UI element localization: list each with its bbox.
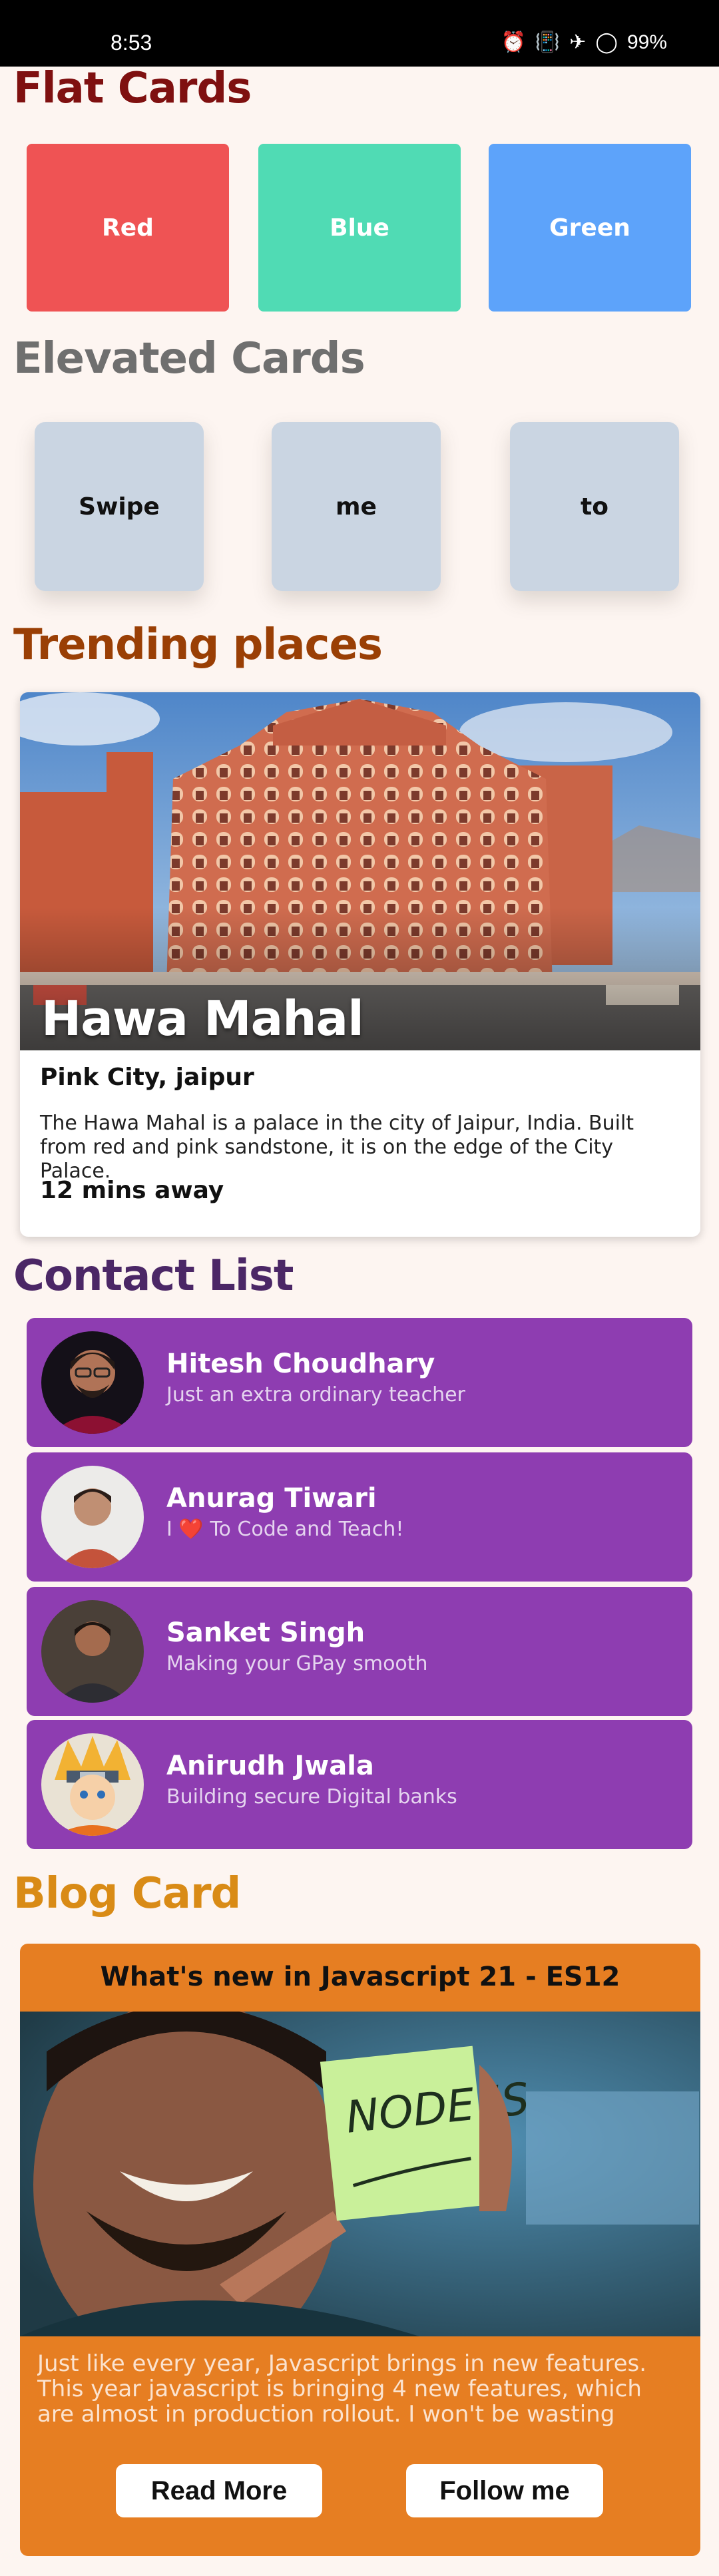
status-icons: ⏰ 📳 ✈ ◯ 99% xyxy=(501,31,667,54)
battery-icon: ◯ xyxy=(595,31,618,53)
contact-status: Building secure Digital banks xyxy=(166,1785,457,1809)
place-label: Pink City, jaipur xyxy=(40,1064,254,1091)
blog-image: NODE JS xyxy=(20,2012,700,2336)
avatar xyxy=(41,1600,144,1703)
trending-card: Hawa Mahal Pink City, jaipur The Hawa Ma… xyxy=(20,692,700,1237)
trending-heading: Trending places xyxy=(13,620,383,670)
elevated-card-swipe[interactable]: Swipe xyxy=(35,422,204,591)
flat-card-green: Green xyxy=(489,144,691,312)
place-name: Hawa Mahal xyxy=(41,990,364,1046)
status-suffix: To Code and Teach! xyxy=(210,1518,404,1541)
battery-level: 99% xyxy=(626,31,667,53)
contact-item[interactable]: Anirudh Jwala Building secure Digital ba… xyxy=(27,1720,692,1849)
heart-icon: ❤️ xyxy=(178,1518,204,1541)
vibrate-icon: 📳 xyxy=(535,31,561,53)
contact-name: Hitesh Choudhary xyxy=(166,1349,435,1379)
place-description: The Hawa Mahal is a palace in the city o… xyxy=(40,1112,634,1183)
contact-name: Sanket Singh xyxy=(166,1617,365,1648)
avatar xyxy=(41,1733,144,1836)
status-time: 8:53 xyxy=(111,31,152,55)
contact-list-heading: Contact List xyxy=(13,1251,294,1301)
flat-cards-heading: Flat Cards xyxy=(13,64,252,113)
alarm-icon: ⏰ xyxy=(501,31,526,53)
blog-card: What's new in Javascript 21 - ES12 NODE … xyxy=(20,1944,700,2556)
elevated-cards-heading: Elevated Cards xyxy=(13,334,365,383)
contact-item[interactable]: Anurag Tiwari I ❤️ To Code and Teach! xyxy=(27,1452,692,1582)
contact-status: Making your GPay smooth xyxy=(166,1652,428,1675)
contact-name: Anurag Tiwari xyxy=(166,1483,377,1514)
contact-name: Anirudh Jwala xyxy=(166,1751,374,1781)
contact-status: I ❤️ To Code and Teach! xyxy=(166,1518,403,1541)
blog-title: What's new in Javascript 21 - ES12 xyxy=(100,1962,620,1992)
contact-item[interactable]: Sanket Singh Making your GPay smooth xyxy=(27,1587,692,1716)
read-more-button[interactable]: Read More xyxy=(116,2464,322,2517)
status-prefix: I xyxy=(166,1518,172,1541)
airplane-icon: ✈ xyxy=(569,31,587,53)
flat-card-red: Red xyxy=(27,144,229,312)
blog-body: Just like every year, Javascript brings … xyxy=(37,2351,647,2427)
flat-card-blue: Blue xyxy=(258,144,461,312)
elevated-card-to[interactable]: to xyxy=(510,422,679,591)
blog-card-heading: Blog Card xyxy=(13,1869,241,1918)
place-footer: 12 mins away xyxy=(40,1177,224,1204)
elevated-card-me[interactable]: me xyxy=(272,422,441,591)
status-bar: 8:53 ⏰ 📳 ✈ ◯ 99% xyxy=(0,0,719,67)
contact-item[interactable]: Hitesh Choudhary Just an extra ordinary … xyxy=(27,1318,692,1447)
contact-status: Just an extra ordinary teacher xyxy=(166,1383,465,1406)
follow-me-button[interactable]: Follow me xyxy=(406,2464,603,2517)
avatar xyxy=(41,1466,144,1568)
avatar xyxy=(41,1331,144,1434)
